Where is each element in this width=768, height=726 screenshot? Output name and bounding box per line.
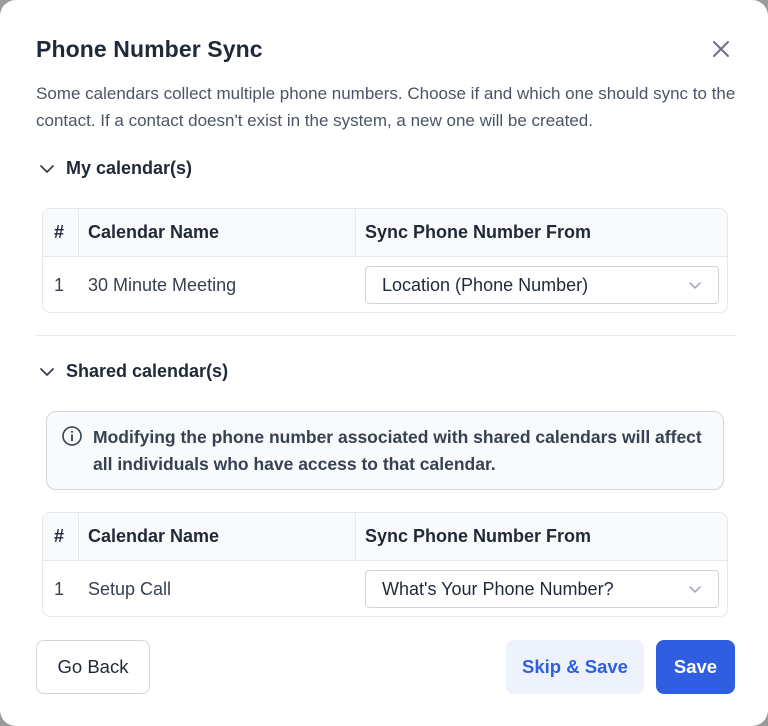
shared-calendars-alert: Modifying the phone number associated wi… [46,411,724,490]
close-button[interactable] [706,34,736,64]
row-number: 1 [54,578,65,599]
my-calendars-heading: My calendar(s) [66,158,193,178]
close-icon [713,41,729,57]
select-value: What's Your Phone Number? [382,578,614,599]
shared-calendars-toggle[interactable]: Shared calendar(s) [38,361,228,382]
column-header-sync-from: Sync Phone Number From [365,526,592,546]
info-icon [61,425,83,447]
calendar-name: 30 Minute Meeting [88,274,237,295]
shared-calendars-table: # Calendar Name Sync Phone Number From 1… [42,512,728,617]
chevron-down-icon [38,160,56,178]
sync-phone-select[interactable]: Location (Phone Number) [365,266,719,304]
chevron-down-icon [38,363,56,381]
phone-number-sync-modal: Phone Number Sync Some calendars collect… [0,0,768,726]
column-header-sync-from: Sync Phone Number From [365,222,592,242]
table-row: 1 Setup Call What's Your Phone Number? [43,561,727,616]
section-divider [36,335,736,336]
column-header-calendar-name: Calendar Name [88,526,220,546]
chevron-down-icon [688,581,704,597]
save-button[interactable]: Save [656,640,735,694]
chevron-down-icon [688,277,704,293]
sync-phone-select[interactable]: What's Your Phone Number? [365,570,719,608]
shared-calendars-heading: Shared calendar(s) [66,361,229,381]
column-header-calendar-name: Calendar Name [88,222,220,242]
skip-and-save-button[interactable]: Skip & Save [506,640,644,694]
table-header: # Calendar Name Sync Phone Number From [43,513,727,561]
modal-description: Some calendars collect multiple phone nu… [36,84,736,130]
modal-title: Phone Number Sync [36,36,263,62]
go-back-button[interactable]: Go Back [36,640,150,694]
table-row: 1 30 Minute Meeting Location (Phone Numb… [43,257,727,312]
column-header-number: # [54,222,65,242]
table-header: # Calendar Name Sync Phone Number From [43,209,727,257]
my-calendars-table: # Calendar Name Sync Phone Number From 1… [42,208,728,313]
row-number: 1 [54,274,65,295]
column-header-number: # [54,526,65,546]
my-calendars-toggle[interactable]: My calendar(s) [38,158,192,179]
select-value: Location (Phone Number) [382,274,589,295]
calendar-name: Setup Call [88,578,172,599]
alert-text: Modifying the phone number associated wi… [93,427,702,474]
